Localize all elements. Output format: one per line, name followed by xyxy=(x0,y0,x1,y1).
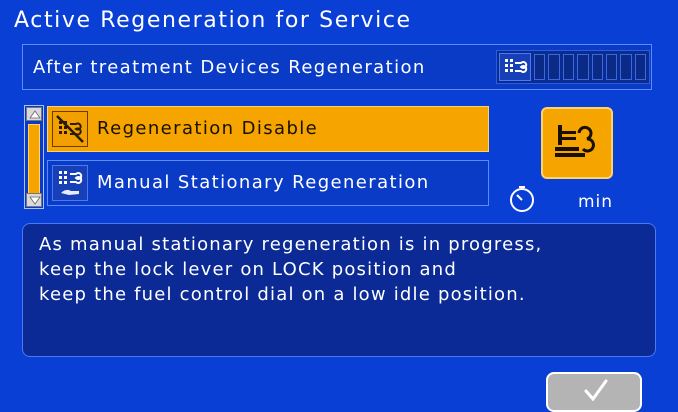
menu-item-label: Manual Stationary Regeneration xyxy=(97,172,430,193)
dpf-level-segment xyxy=(605,54,618,80)
regeneration-disable-icon xyxy=(52,111,88,147)
manual-regeneration-icon xyxy=(52,165,88,201)
dpf-level-segment xyxy=(548,54,560,80)
menu-item-regeneration-disable[interactable]: Regeneration Disable xyxy=(47,106,489,152)
after-treatment-panel: After treatment Devices Regeneration xyxy=(22,44,652,90)
dpf-level-segment xyxy=(620,54,632,80)
message-line: As manual stationary regeneration is in … xyxy=(39,234,543,255)
scroll-down-arrow-icon[interactable] xyxy=(26,193,42,207)
dpf-level-bar xyxy=(534,54,646,80)
dpf-exhaust-icon xyxy=(499,53,531,81)
message-line: keep the fuel control dial on a low idle… xyxy=(39,284,526,305)
message-box: As manual stationary regeneration is in … xyxy=(22,223,656,357)
screen-title: Active Regeneration for Service xyxy=(14,8,412,33)
message-line: keep the lock lever on LOCK position and xyxy=(39,259,457,280)
dpf-status-box xyxy=(496,50,650,84)
scroll-up-arrow-icon[interactable] xyxy=(26,107,42,121)
scroll-thumb[interactable] xyxy=(28,124,40,194)
timer-unit-label: min xyxy=(578,192,614,212)
exhaust-regeneration-icon xyxy=(555,125,595,157)
dpf-level-segment xyxy=(577,54,589,80)
dpf-level-segment xyxy=(634,54,646,80)
dpf-level-segment xyxy=(534,54,546,80)
dpf-level-segment xyxy=(591,54,603,80)
menu-scrollbar[interactable] xyxy=(24,105,44,209)
confirm-button[interactable] xyxy=(546,372,642,412)
dpf-level-segment xyxy=(562,54,575,80)
menu-item-manual-stationary-regeneration[interactable]: Manual Stationary Regeneration xyxy=(47,160,489,206)
regeneration-action-button[interactable] xyxy=(541,107,613,179)
checkmark-icon xyxy=(584,379,608,402)
timer-icon xyxy=(508,185,536,213)
menu-item-label: Regeneration Disable xyxy=(97,118,319,139)
after-treatment-label: After treatment Devices Regeneration xyxy=(33,57,426,78)
